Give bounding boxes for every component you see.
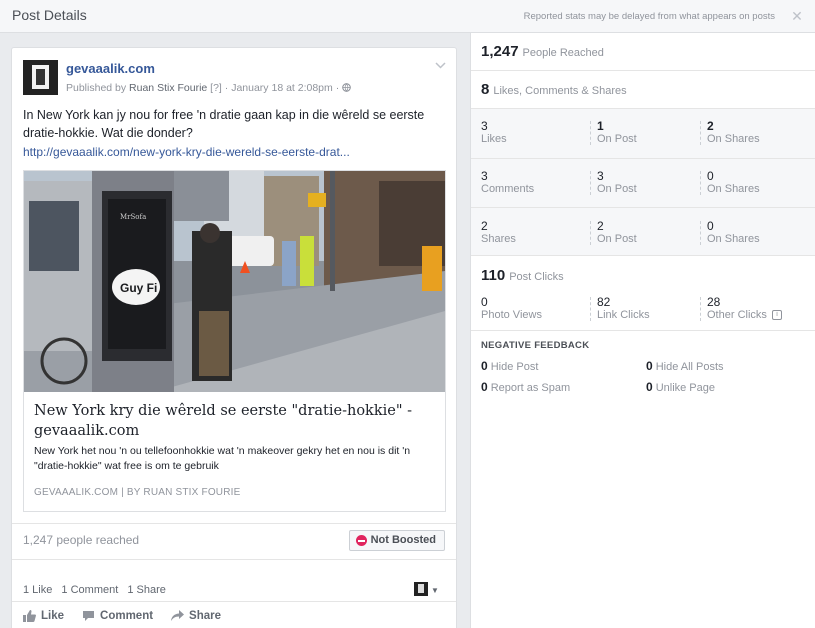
reach-stat: 1,247 People Reached <box>481 43 604 60</box>
clicks-label: Post Clicks <box>509 271 564 283</box>
comment-button[interactable]: Comment <box>82 610 153 622</box>
engagement-label: Likes, Comments & Shares <box>493 85 627 97</box>
published-by-label: Published by <box>66 82 127 94</box>
comment-label: Comment <box>100 610 154 622</box>
report-spam-stat: 0 Report as Spam <box>481 380 571 394</box>
other-clicks-stat: 28 Other Clicks i <box>707 295 782 321</box>
chevron-down-icon[interactable] <box>435 60 446 72</box>
post-message: In New York kan jy nou for free 'n drati… <box>23 108 425 140</box>
post-as-selector[interactable]: ▼ <box>414 581 439 597</box>
people-reached-summary: 1,247 people reached <box>23 533 140 547</box>
post-meta: Published by Ruan Stix Fourie [?] · Janu… <box>66 82 351 94</box>
comment-count[interactable]: 1 Comment <box>61 584 118 596</box>
post-clicks-stat: 110 Post Clicks <box>481 267 564 284</box>
link-preview-card[interactable]: MrSofa Guy Fi New York kry die wêreld se… <box>23 170 446 512</box>
post-date[interactable]: January 18 at 2:08pm <box>231 82 333 94</box>
delay-notice: Reported stats may be delayed from what … <box>523 11 775 22</box>
likes-total: 3 Likes <box>481 119 507 145</box>
shares-on-post: 2 On Post <box>597 219 637 245</box>
comments-on-post: 3 On Post <box>597 169 637 195</box>
engagement-value: 8 <box>481 81 490 98</box>
page-name-link[interactable]: gevaaalik.com <box>66 61 155 76</box>
share-icon <box>171 610 185 622</box>
svg-text:MrSofa: MrSofa <box>120 213 146 221</box>
like-button[interactable]: Like <box>23 610 64 622</box>
comment-icon <box>82 610 95 622</box>
boost-label: Not Boosted <box>370 534 436 546</box>
like-label: Like <box>41 610 65 622</box>
unlike-page-stat: 0 Unlike Page <box>646 380 716 394</box>
link-preview-description: New York het nou 'n ou tellefoonhokkie w… <box>34 445 411 472</box>
likes-on-shares: 2 On Shares <box>707 119 760 145</box>
post-preview-panel: gevaaalik.com Published by Ruan Stix Fou… <box>0 33 469 628</box>
comments-total: 3 Comments <box>481 169 535 195</box>
negative-feedback-heading: NEGATIVE FEEDBACK <box>481 340 590 351</box>
shares-total: 2 Shares <box>481 219 516 245</box>
link-preview-source: GEVAAALIK.COM | BY RUAN STIX FOURIE <box>34 487 241 498</box>
link-preview-title[interactable]: New York kry die wêreld se eerste "drati… <box>34 401 434 441</box>
info-icon[interactable]: i <box>771 310 782 321</box>
share-count[interactable]: 1 Share <box>127 584 166 596</box>
caret-down-icon: ▼ <box>431 586 439 595</box>
reach-value: 1,247 <box>481 43 519 60</box>
not-boosted-button[interactable]: Not Boosted <box>348 530 445 551</box>
shares-on-shares: 0 On Shares <box>707 219 760 245</box>
stop-icon <box>355 535 367 546</box>
hide-all-posts-stat: 0 Hide All Posts <box>646 359 724 373</box>
hide-post-stat: 0 Hide Post <box>481 359 539 373</box>
author-link[interactable]: Ruan Stix Fourie <box>129 82 207 94</box>
share-button[interactable]: Share <box>171 610 221 622</box>
link-clicks-stat: 82 Link Clicks <box>597 295 650 321</box>
globe-icon <box>342 82 351 94</box>
clicks-value: 110 <box>481 267 506 284</box>
comments-on-shares: 0 On Shares <box>707 169 760 195</box>
likes-on-post: 1 On Post <box>597 119 637 145</box>
engagement-breakdown: 3 Likes 1 On Post 2 On Shares 3 Comments 3 On… <box>471 108 815 256</box>
post-card: gevaaalik.com Published by Ruan Stix Fou… <box>11 47 457 628</box>
thumbs-up-icon <box>23 610 36 622</box>
post-url-link[interactable]: http://gevaaalik.com/new-york-kry-die-we… <box>23 145 350 159</box>
post-stats-panel: 1,247 People Reached 8 Likes, Comments & S… <box>470 33 815 628</box>
reach-label: People Reached <box>522 47 604 59</box>
reaction-counts: 1 Like 1 Comment 1 Share <box>23 584 172 596</box>
close-icon[interactable]: ✕ <box>789 6 805 26</box>
like-count[interactable]: 1 Like <box>23 584 52 596</box>
post-details-header: Post Details Reported stats may be delay… <box>0 0 815 33</box>
page-avatar[interactable] <box>23 60 58 95</box>
photo-sign-text: Guy Fi <box>120 281 157 295</box>
post-actions: Like Comment Share <box>23 610 221 622</box>
engagement-stat: 8 Likes, Comments & Shares <box>481 81 627 98</box>
page-title: Post Details <box>12 7 87 23</box>
link-preview-image[interactable]: MrSofa Guy Fi <box>24 171 445 392</box>
share-label: Share <box>189 610 222 622</box>
author-help[interactable]: [?] <box>210 82 222 94</box>
photo-views-stat: 0 Photo Views <box>481 295 542 321</box>
